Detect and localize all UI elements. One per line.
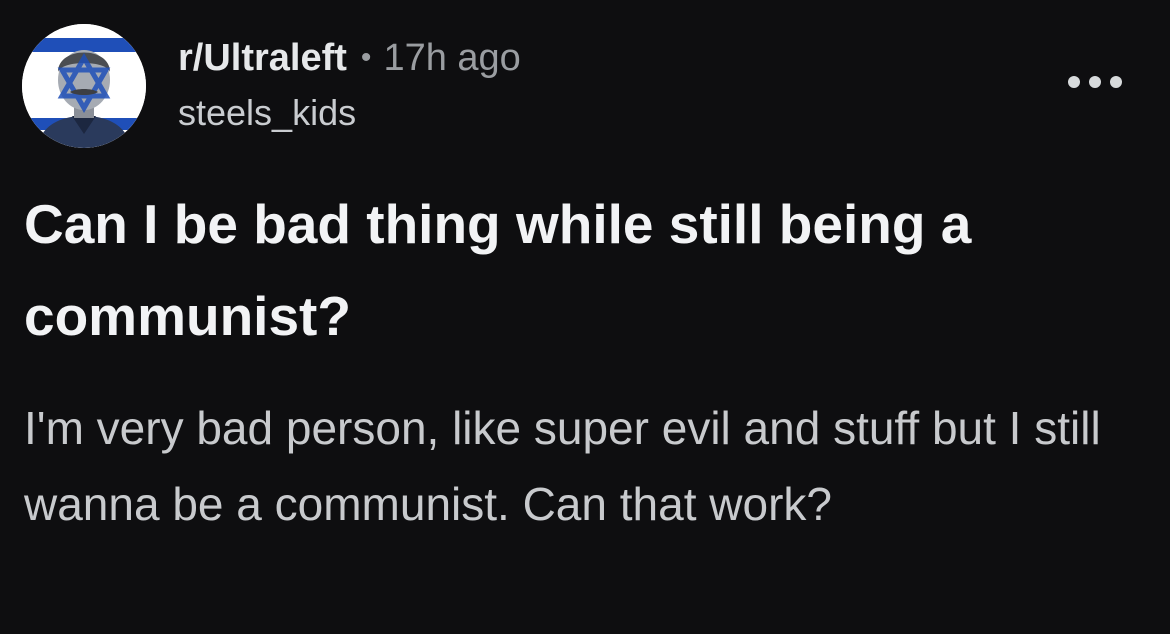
meta-separator: • bbox=[360, 41, 372, 74]
post-meta-line: r/Ultraleft • 17h ago bbox=[178, 34, 521, 82]
subreddit-avatar-icon[interactable] bbox=[22, 24, 146, 148]
author-username[interactable]: steels_kids bbox=[178, 90, 521, 136]
more-options-icon bbox=[1068, 76, 1122, 88]
post-title[interactable]: Can I be bad thing while still being a c… bbox=[24, 178, 1124, 362]
subreddit-link[interactable]: r/Ultraleft bbox=[178, 34, 347, 82]
post-timestamp: 17h ago bbox=[383, 37, 521, 79]
more-options-button[interactable] bbox=[1060, 62, 1130, 102]
post-meta: r/Ultraleft • 17h ago steels_kids bbox=[178, 34, 521, 136]
post-body: I'm very bad person, like super evil and… bbox=[24, 402, 1101, 530]
post-card[interactable]: r/Ultraleft • 17h ago steels_kids Can I … bbox=[0, 0, 1170, 634]
